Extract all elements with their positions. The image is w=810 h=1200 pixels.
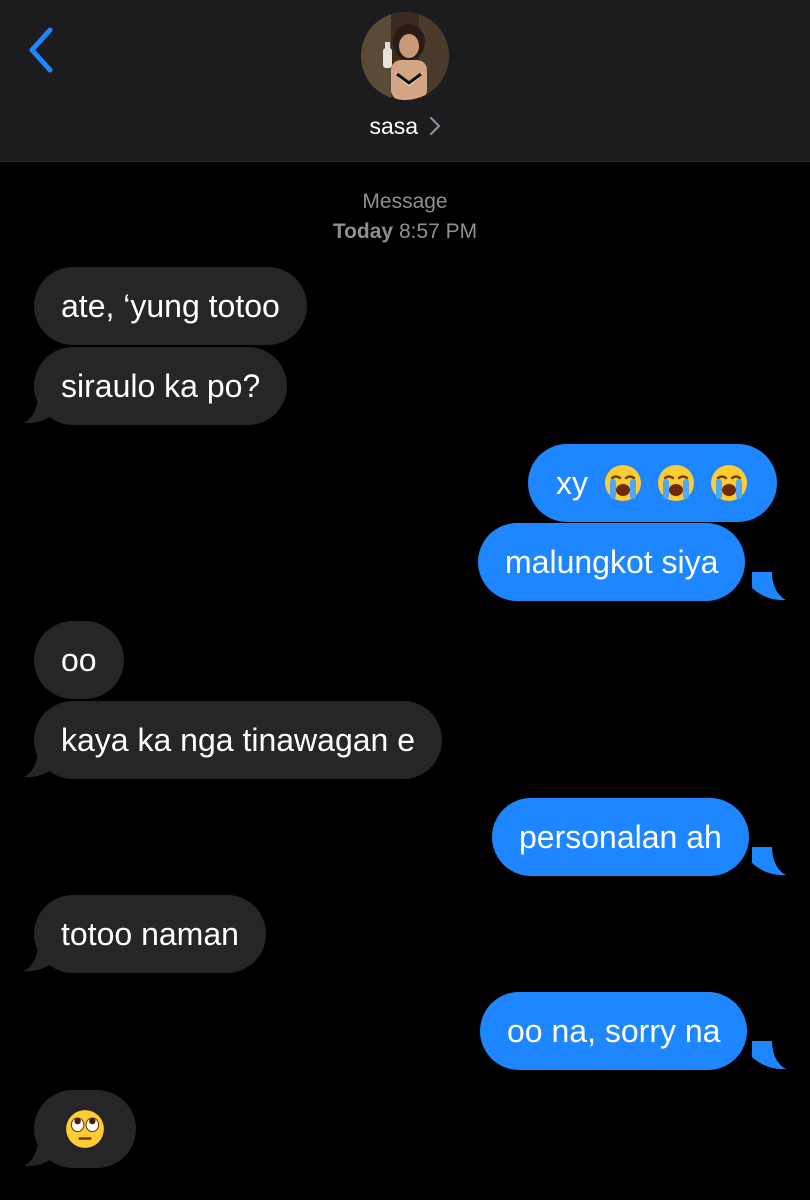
message-text: xy — [556, 465, 588, 501]
outgoing-bubble-tail — [752, 572, 786, 601]
message-text: oo na, sorry na — [507, 1013, 721, 1049]
timestamp-time: 8:57 PM — [398, 220, 478, 243]
message-text: siraulo ka po? — [61, 368, 261, 404]
message-text: kaya ka nga tinawagan e — [61, 722, 416, 758]
chevron-left-icon — [29, 27, 53, 73]
contact-name: sasa — [369, 113, 419, 139]
avatar-photo — [361, 12, 449, 100]
incoming-message-bubble[interactable]: siraulo ka po? — [34, 347, 288, 425]
face-with-rolling-eyes-icon — [66, 1109, 104, 1148]
incoming-message-bubble[interactable]: kaya ka nga tinawagan e — [34, 701, 443, 779]
message-timestamp: Today 8:57 PM — [0, 218, 810, 246]
outgoing-bubble-tail — [752, 847, 786, 876]
outgoing-message-bubble[interactable]: personalan ah — [492, 798, 749, 876]
outgoing-message-bubble[interactable]: xy — [528, 444, 777, 522]
contact-avatar[interactable] — [361, 12, 449, 100]
service-label: Message — [362, 190, 448, 213]
incoming-message-bubble[interactable]: totoo naman — [34, 895, 266, 973]
chevron-right-icon — [429, 116, 440, 136]
message-text: malungkot siya — [505, 544, 719, 580]
loudly-crying-face-icon — [657, 464, 694, 501]
back-button[interactable] — [22, 22, 66, 78]
incoming-message-bubble[interactable]: ate, ‘yung totoo — [34, 267, 307, 345]
loudly-crying-face-icon — [604, 464, 641, 501]
contact-name-row[interactable]: sasa — [0, 108, 810, 144]
incoming-message-bubble[interactable] — [34, 1090, 136, 1168]
outgoing-message-bubble[interactable]: malungkot siya — [478, 523, 746, 601]
message-text: personalan ah — [519, 819, 722, 855]
message-text: ate, ‘yung totoo — [61, 288, 280, 324]
incoming-message-bubble[interactable]: oo — [34, 621, 124, 699]
outgoing-bubble-tail — [752, 1041, 786, 1070]
message-text: totoo naman — [61, 916, 239, 952]
conversation-header: sasa — [0, 0, 810, 162]
outgoing-message-bubble[interactable]: oo na, sorry na — [480, 992, 748, 1070]
timestamp-day: Today — [332, 220, 394, 243]
loudly-crying-face-icon — [710, 464, 747, 501]
message-text: oo — [61, 642, 97, 678]
